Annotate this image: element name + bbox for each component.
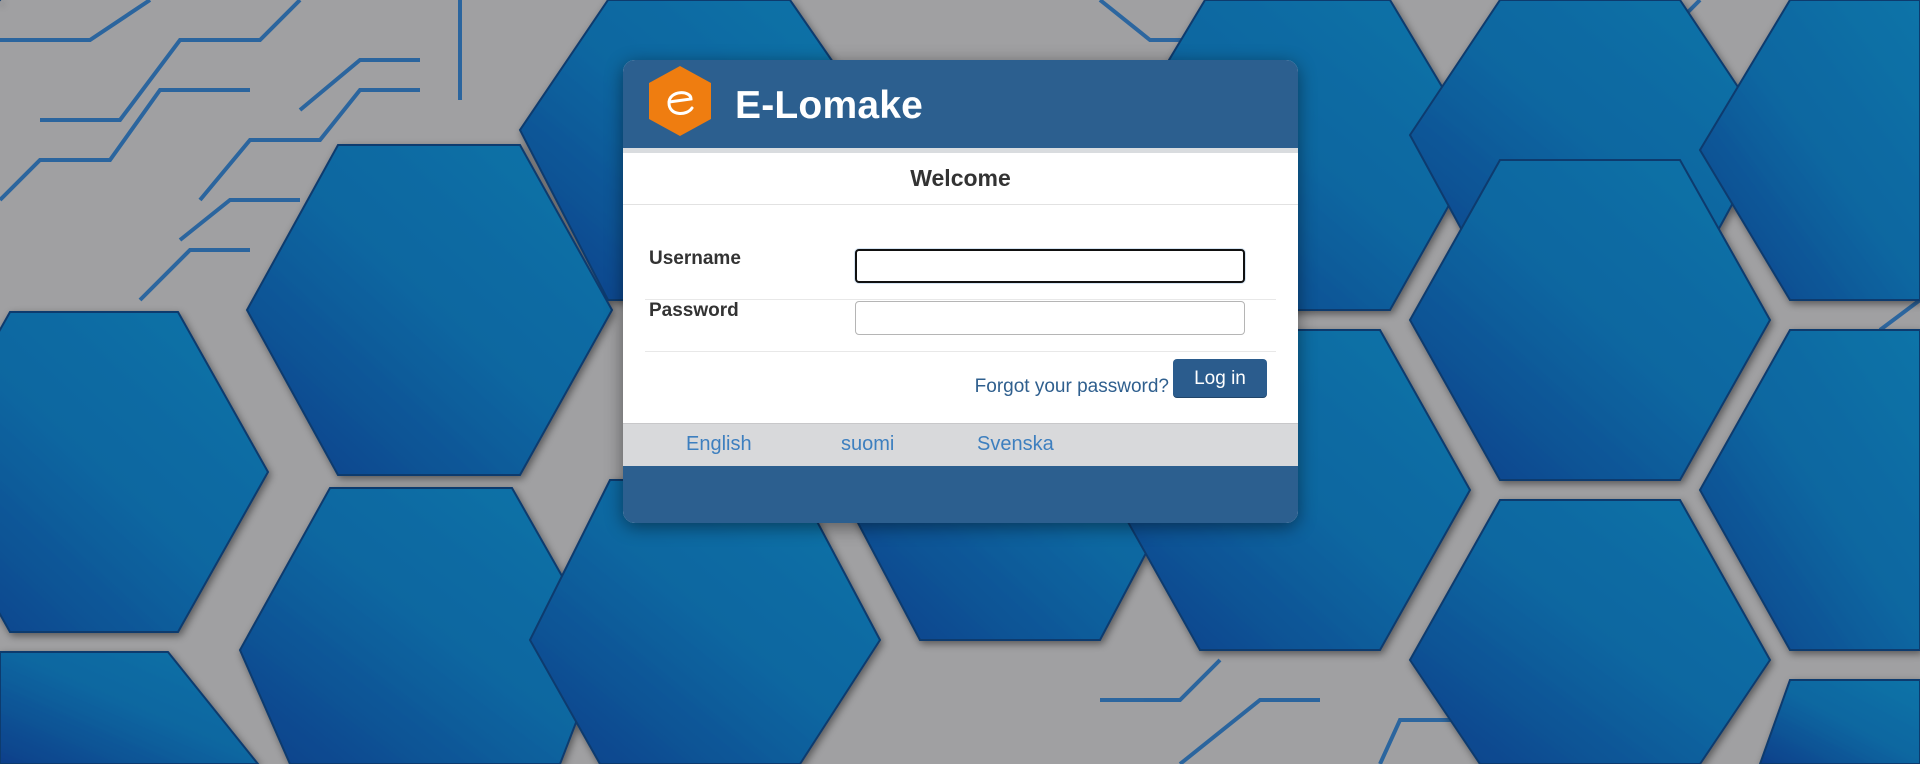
card-footer	[623, 466, 1298, 523]
login-form: Username Password Forgot your password? …	[623, 205, 1298, 423]
login-button[interactable]: Log in	[1173, 359, 1267, 398]
form-actions: Forgot your password? Log in	[645, 352, 1276, 423]
login-card: E-Lomake Welcome Username Password Forgo…	[623, 60, 1298, 523]
language-link-english[interactable]: English	[686, 433, 752, 456]
password-row: Password	[645, 300, 1276, 352]
language-bar: English suomi Svenska	[623, 423, 1298, 466]
language-link-svenska[interactable]: Svenska	[977, 433, 1054, 456]
username-row: Username	[645, 248, 1276, 300]
username-input[interactable]	[855, 249, 1245, 283]
language-link-suomi[interactable]: suomi	[841, 433, 894, 456]
forgot-password-link[interactable]: Forgot your password?	[975, 376, 1169, 398]
username-label: Username	[649, 248, 741, 269]
card-header: E-Lomake	[623, 60, 1298, 153]
welcome-heading: Welcome	[623, 153, 1298, 205]
app-title: E-Lomake	[735, 84, 923, 127]
password-input[interactable]	[855, 301, 1245, 335]
hexagon-e-logo-icon	[647, 64, 713, 138]
password-label: Password	[649, 300, 739, 321]
